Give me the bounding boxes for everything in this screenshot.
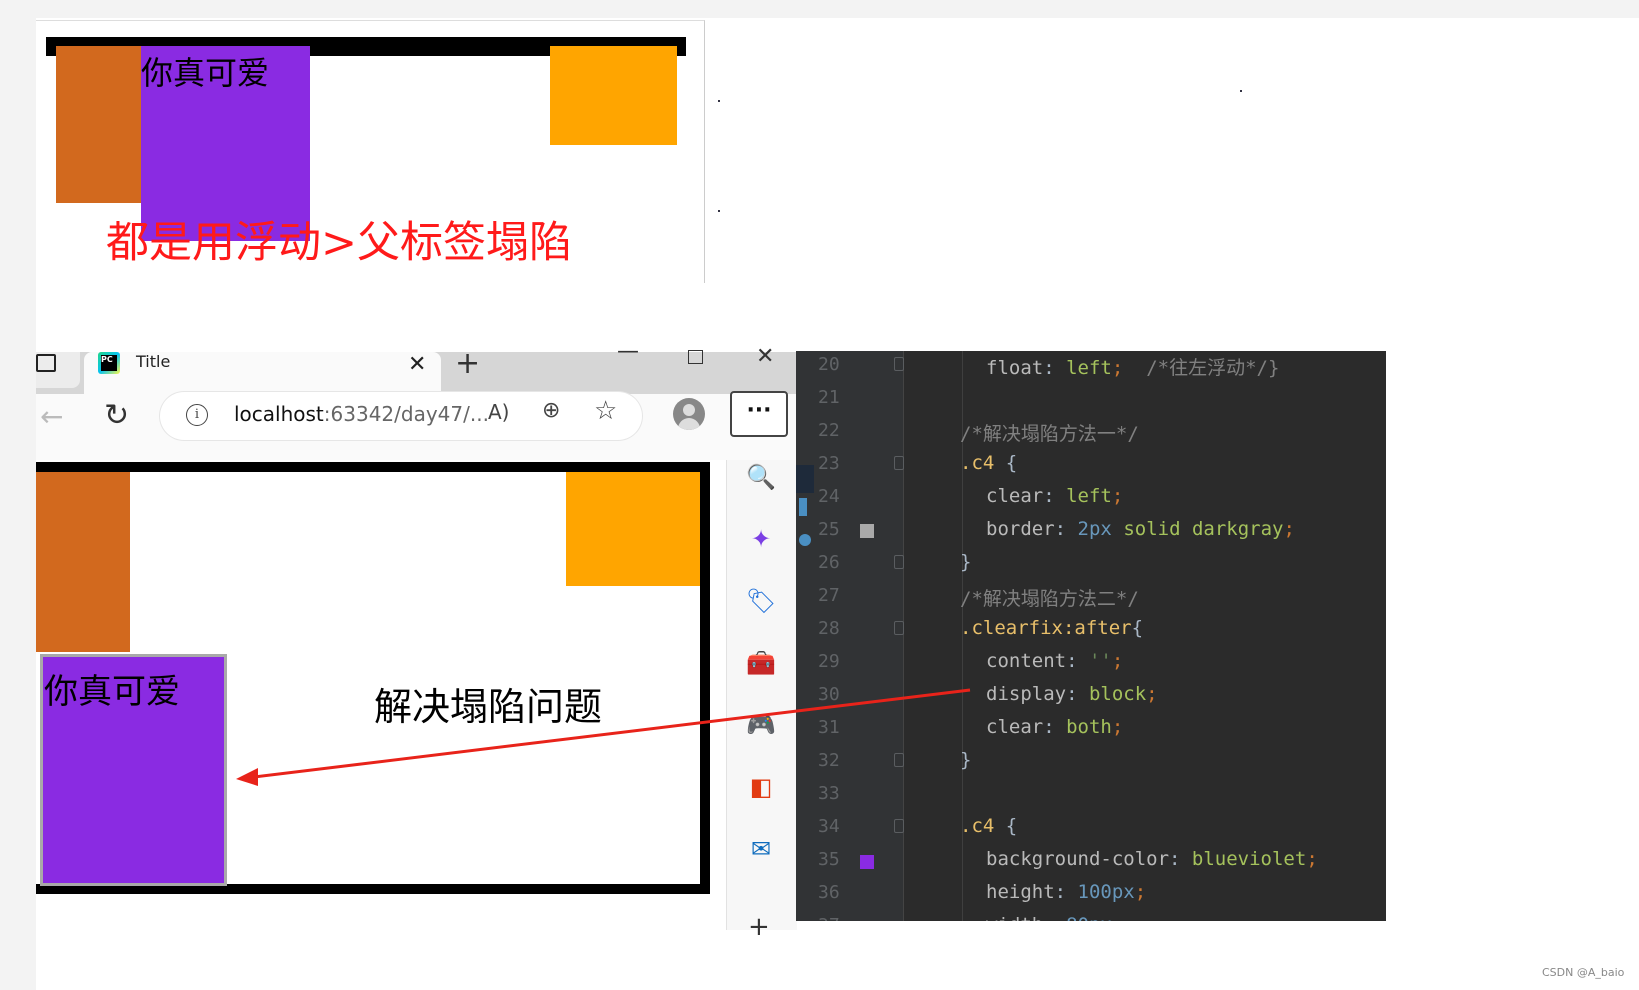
watermark: CSDN @A_baio xyxy=(1542,966,1625,979)
annotation-arrow-icon xyxy=(236,688,971,786)
